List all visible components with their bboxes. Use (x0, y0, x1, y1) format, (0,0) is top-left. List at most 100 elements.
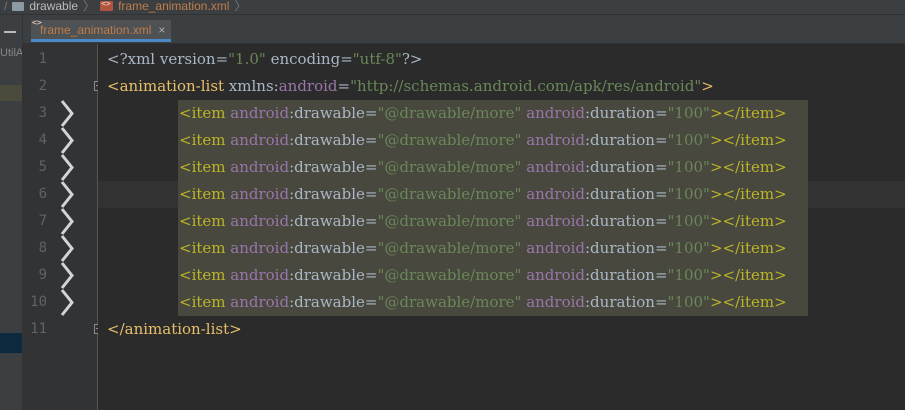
xml-declaration-open: <?xml (107, 50, 160, 68)
xml-tag: <item (179, 104, 231, 122)
code-line[interactable]: <item android:drawable="@drawable/more" … (179, 127, 787, 154)
xml-tag: ></item> (709, 185, 787, 203)
xml-attr-name: xmlns: (228, 77, 279, 95)
xml-attr-value: "100" (667, 104, 710, 122)
xml-attr-value: "@drawable/more" (377, 266, 522, 284)
breadcrumb-separator: 〉 (83, 0, 96, 13)
chevron-right-icon[interactable] (59, 127, 77, 154)
xml-attr-name: :drawable= (289, 212, 378, 230)
chevron-right-icon[interactable] (59, 289, 77, 316)
chevron-right-icon[interactable] (59, 262, 77, 289)
xml-attr-name: :drawable= (289, 239, 378, 257)
xml-attr-name: :drawable= (289, 293, 378, 311)
line-number: 4 (38, 132, 47, 148)
project-tree-item[interactable]: UtilA (0, 47, 22, 59)
code-line[interactable]: <animation-list xmlns:android="http://sc… (107, 73, 714, 100)
tab-label: frame_animation.xml (40, 22, 152, 37)
chevron-right-icon[interactable] (59, 181, 77, 208)
code-line[interactable]: <item android:drawable="@drawable/more" … (179, 181, 787, 208)
xml-attr-name: :duration= (585, 185, 668, 203)
xml-file-icon (100, 0, 114, 11)
xml-tag: ></item> (709, 104, 787, 122)
xml-namespace: android (521, 212, 585, 230)
line-number: 3 (38, 105, 47, 121)
code-line[interactable]: <item android:drawable="@drawable/more" … (179, 154, 787, 181)
xml-attr-value: "100" (667, 131, 710, 149)
line-number: 6 (38, 186, 47, 202)
xml-namespace: android (521, 185, 585, 203)
xml-attr-value: "100" (667, 266, 710, 284)
xml-tag: ></item> (709, 239, 787, 257)
xml-namespace: android (521, 239, 585, 257)
chevron-right-icon[interactable] (59, 208, 77, 235)
code-line[interactable]: <item android:drawable="@drawable/more" … (179, 235, 787, 262)
line-number: 7 (38, 213, 47, 229)
xml-tag: <animation-list (107, 77, 229, 95)
xml-attr-value: "100" (667, 158, 710, 176)
xml-attr-name: :duration= (585, 104, 668, 122)
xml-attr-value: "@drawable/more" (377, 212, 522, 230)
editor-tab-bar: frame_animation.xml × (23, 15, 905, 44)
chevron-right-icon[interactable] (59, 154, 77, 181)
xml-attr-name: :duration= (585, 266, 668, 284)
xml-namespace: android (521, 131, 585, 149)
code-line[interactable]: <item android:drawable="@drawable/more" … (179, 289, 787, 316)
xml-attr-name: :duration= (585, 293, 668, 311)
code-line[interactable]: <item android:drawable="@drawable/more" … (179, 100, 787, 127)
line-number: 10 (30, 294, 47, 310)
xml-namespace: android (278, 77, 338, 95)
xml-attr-encoding: encoding= (265, 50, 353, 68)
line-number: 5 (38, 159, 47, 175)
xml-attr-name: :drawable= (289, 131, 378, 149)
project-tree-selection (0, 85, 22, 101)
code-line[interactable]: <item android:drawable="@drawable/more" … (179, 262, 787, 289)
xml-namespace: android (230, 212, 290, 230)
breadcrumb-file[interactable]: frame_animation.xml (118, 0, 229, 13)
breadcrumb-folder[interactable]: drawable (29, 0, 78, 13)
xml-tag: ></item> (709, 158, 787, 176)
xml-attr-name: :duration= (585, 131, 668, 149)
xml-tag: <item (179, 131, 231, 149)
xml-declaration-close: ?> (401, 50, 423, 68)
xml-tag: <item (179, 293, 231, 311)
line-number: 1 (38, 51, 47, 67)
xml-tag: ></item> (709, 212, 787, 230)
code-line[interactable]: </animation-list> (107, 316, 242, 343)
xml-equals: = (337, 77, 351, 95)
xml-tag: ></item> (709, 293, 787, 311)
xml-attr-name: :drawable= (289, 104, 378, 122)
project-panel: UtilA (0, 15, 23, 410)
xml-tag: <item (179, 212, 231, 230)
code-editor[interactable]: <?xml version="1.0" encoding="utf-8"?> <a… (98, 44, 905, 410)
xml-tag: ></item> (709, 131, 787, 149)
code-line[interactable]: <item android:drawable="@drawable/more" … (179, 208, 787, 235)
xml-tag: <item (179, 185, 231, 203)
xml-namespace: android (521, 266, 585, 284)
line-number: 8 (38, 240, 47, 256)
xml-attr-value: "100" (667, 212, 710, 230)
xml-attr-value: "http://schemas.android.com/apk/res/andr… (350, 77, 702, 95)
editor-gutter[interactable]: 1 2 3 4 5 6 7 8 9 10 11 (23, 44, 124, 410)
project-tree-highlight (0, 333, 22, 353)
xml-attr-value: "100" (667, 239, 710, 257)
xml-tag: </animation-list> (107, 320, 242, 338)
xml-namespace: android (230, 293, 290, 311)
tab-frame-animation[interactable]: frame_animation.xml × (31, 20, 172, 42)
xml-namespace: android (230, 185, 290, 203)
chevron-right-icon[interactable] (59, 235, 77, 262)
xml-attr-value: "100" (667, 293, 710, 311)
chevron-right-icon[interactable] (59, 100, 77, 127)
xml-attr-name: :drawable= (289, 158, 378, 176)
breadcrumb: / drawable 〉 frame_animation.xml 〉 (4, 0, 246, 14)
xml-attr-version: version= (159, 50, 229, 68)
line-number: 2 (38, 78, 47, 94)
xml-attr-name: :duration= (585, 239, 668, 257)
xml-namespace: android (521, 104, 585, 122)
folder-icon (12, 2, 25, 11)
code-line[interactable]: <?xml version="1.0" encoding="utf-8"?> (107, 46, 423, 73)
xml-tag: <item (179, 239, 231, 257)
xml-tag: <item (179, 158, 231, 176)
close-icon[interactable]: × (158, 23, 165, 37)
xml-namespace: android (521, 293, 585, 311)
collapse-icon[interactable] (4, 31, 16, 33)
